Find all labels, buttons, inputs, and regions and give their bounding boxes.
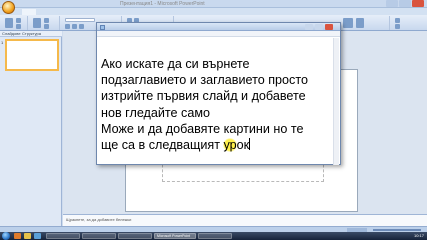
window-title: Презентация1 - Microsoft PowerPoint <box>120 1 205 7</box>
taskbar-button-1[interactable] <box>46 233 80 239</box>
ribbon-tabs <box>0 8 427 15</box>
notepad-maximize-button[interactable] <box>315 24 323 30</box>
notepad-scrollbar[interactable] <box>333 38 339 165</box>
slide-number: 1 <box>1 40 4 45</box>
font-box-icon[interactable] <box>65 18 95 22</box>
reset-icon[interactable] <box>44 24 49 29</box>
shapes-icon[interactable] <box>343 18 353 28</box>
slides-pane-tabs: Слайдове Структура <box>0 31 62 37</box>
text-after-highlight: ок <box>236 137 250 152</box>
paste-icon[interactable] <box>5 18 13 28</box>
minimize-button[interactable] <box>386 0 398 7</box>
layout-icon[interactable] <box>44 18 49 23</box>
new-slide-icon[interactable] <box>33 18 41 28</box>
text-line: подзаглавието и заглавието просто <box>101 73 308 88</box>
notes-placeholder: Щракнете, за да добавите бележки <box>66 217 132 222</box>
text-line: нов гледайте само <box>101 105 211 120</box>
taskbar-button-5[interactable] <box>198 233 232 239</box>
taskbar-button-3[interactable] <box>118 233 152 239</box>
notepad-close-button[interactable] <box>325 24 333 30</box>
ribbon-group-drawing <box>340 16 390 30</box>
cut-icon[interactable] <box>16 18 21 23</box>
clock[interactable]: 10:17 <box>414 232 424 240</box>
text-caret <box>249 137 251 150</box>
underline-icon[interactable] <box>79 24 84 29</box>
ribbon-group-slides <box>30 16 60 30</box>
zoom-slider[interactable] <box>373 229 421 231</box>
copy-icon[interactable] <box>16 24 21 29</box>
italic-icon[interactable] <box>72 24 77 29</box>
browser-icon[interactable] <box>14 233 21 239</box>
find-icon[interactable] <box>395 18 400 23</box>
cursor-highlight: ур <box>223 137 237 152</box>
folder-icon[interactable] <box>24 233 31 239</box>
taskbar-button-powerpoint[interactable]: Microsoft PowerPoint <box>154 233 196 239</box>
notepad-titlebar <box>97 23 340 31</box>
powerpoint-titlebar: Презентация1 - Microsoft PowerPoint <box>0 0 427 8</box>
text-before-highlight: ще са в следващият <box>101 137 224 152</box>
notepad-minimize-button[interactable] <box>305 24 313 30</box>
tab-outline[interactable]: Структура <box>22 31 41 37</box>
bold-icon[interactable] <box>65 24 70 29</box>
text-line: Ако искате да си върнете <box>101 57 250 71</box>
notepad-text-area[interactable]: Ако искате да си върнете подзаглавието и… <box>101 56 333 153</box>
notepad-menubar <box>97 31 340 37</box>
taskbar: Microsoft PowerPoint 10:17 <box>0 232 427 240</box>
notepad-window: Ако искате да си върнете подзаглавието и… <box>96 22 341 165</box>
media-icon[interactable] <box>34 233 41 239</box>
text-line: изтрийте първия слайд и добавете <box>101 89 306 104</box>
maximize-button[interactable] <box>399 0 411 7</box>
slide-thumbnail[interactable] <box>5 39 59 71</box>
taskbar-button-2[interactable] <box>82 233 116 239</box>
ribbon-group-editing <box>392 16 424 30</box>
text-line: Може и да добавяте картини но те <box>101 121 304 136</box>
text-line-last: ще са в следващият урок <box>101 137 333 153</box>
slides-pane: Слайдове Структура 1 <box>0 31 62 226</box>
replace-icon[interactable] <box>395 24 400 29</box>
taskbar-button-label: Microsoft PowerPoint <box>157 234 191 238</box>
arrange-icon[interactable] <box>356 18 364 28</box>
notes-pane[interactable]: Щракнете, за да добавите бележки <box>63 214 427 226</box>
start-button-icon[interactable] <box>2 232 10 240</box>
tab-slides[interactable]: Слайдове <box>2 31 21 37</box>
close-button[interactable] <box>412 0 424 7</box>
ribbon-group-clipboard <box>2 16 28 30</box>
notepad-icon <box>100 25 105 30</box>
office-button-icon[interactable] <box>2 1 15 14</box>
